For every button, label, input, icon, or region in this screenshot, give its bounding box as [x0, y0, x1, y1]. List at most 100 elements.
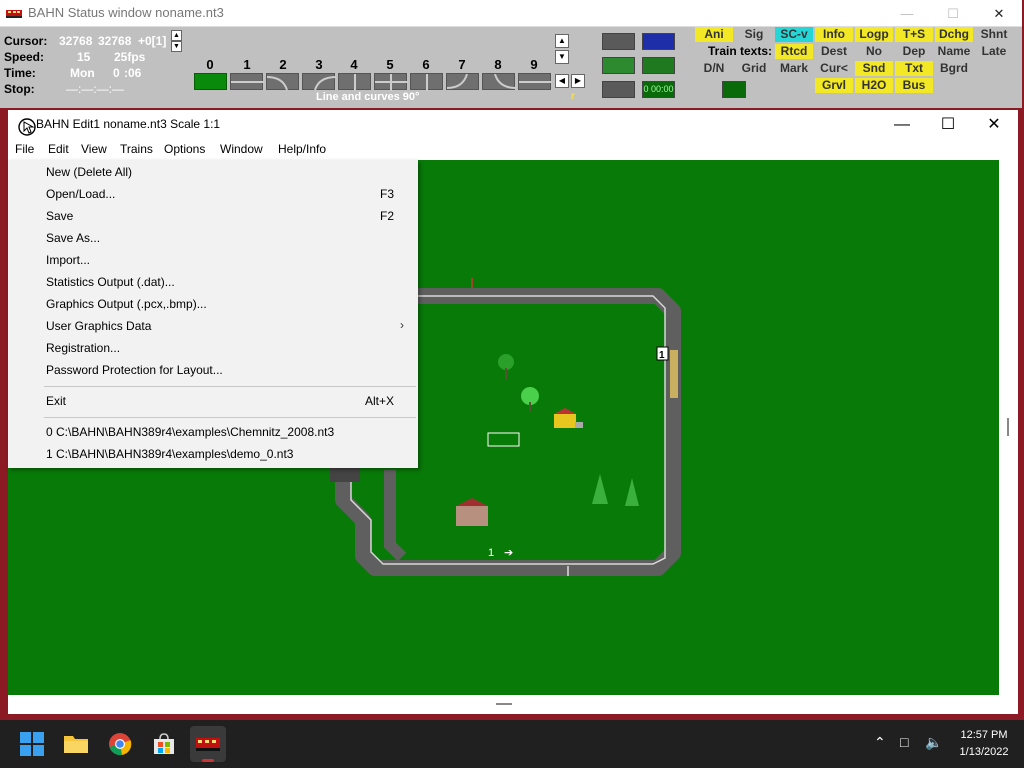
menu-separator	[44, 417, 416, 418]
h2o-button[interactable]: H2O	[855, 78, 893, 93]
ani-button[interactable]: Ani	[695, 27, 733, 42]
horizontal-scroll-thumb[interactable]	[496, 703, 512, 705]
tree-icon[interactable]	[642, 57, 675, 74]
submenu-arrow-icon: ›	[400, 318, 404, 332]
cursor-up-arrow-icon[interactable]: ▲	[171, 30, 182, 41]
clock-time[interactable]: 12:57 PM	[948, 729, 1020, 741]
track-tool-2[interactable]	[266, 73, 299, 91]
dots-panel-icon[interactable]	[602, 81, 635, 98]
track-number-7: 7	[458, 57, 466, 72]
status-titlebar[interactable]: BAHN Status window noname.nt3 — ☐ ✕	[0, 0, 1022, 27]
track-tool-1[interactable]	[230, 73, 264, 90]
track-tool-8[interactable]	[482, 73, 516, 90]
start-button[interactable]	[14, 726, 50, 762]
scroll-up-arrow-icon[interactable]: ▲	[555, 34, 569, 48]
track-tool-9[interactable]	[518, 73, 552, 90]
dep-button[interactable]: Dep	[895, 44, 933, 59]
track-tool-7[interactable]	[446, 73, 479, 90]
train-screen-icon[interactable]	[722, 81, 746, 98]
maximize-icon[interactable]: ☐	[930, 0, 976, 27]
menu-help-info[interactable]: Help/Info	[278, 142, 326, 156]
close-icon[interactable]: ✕	[971, 110, 1017, 140]
track-tool-6[interactable]	[410, 73, 443, 91]
day-night-button[interactable]: D/N	[695, 61, 733, 76]
railway-crossing-icon[interactable]	[602, 57, 635, 74]
late-button[interactable]: Late	[975, 44, 1013, 59]
menu-file[interactable]: File	[15, 142, 34, 156]
menu-item-recent-1[interactable]: 1 C:\BAHN\BAHN389r4\examples\demo_0.nt3	[8, 443, 418, 465]
fps-value: 25fps	[114, 50, 146, 64]
cur-button[interactable]: Cur<	[815, 61, 853, 76]
dchg-button[interactable]: Dchg	[935, 27, 973, 42]
blue-panel-icon[interactable]	[642, 33, 675, 50]
sig-button[interactable]: Sig	[735, 27, 773, 42]
track-panel-icon[interactable]	[602, 33, 635, 50]
chrome-icon	[109, 733, 132, 756]
shnt-button[interactable]: Shnt	[975, 27, 1013, 42]
menu-options[interactable]: Options	[164, 142, 205, 156]
rtcd-button[interactable]: Rtcd	[775, 44, 813, 59]
logp-button[interactable]: Logp	[855, 27, 893, 42]
menu-item-label: User Graphics Data	[46, 319, 152, 333]
menu-item-user-graphics-data[interactable]: User Graphics Data ›	[8, 315, 418, 337]
menu-item-password-protection[interactable]: Password Protection for Layout...	[8, 359, 418, 381]
scroll-right-arrow-icon[interactable]: ▶	[571, 74, 585, 88]
sc-v-button[interactable]: SC-v	[775, 27, 813, 42]
close-icon[interactable]: ✕	[976, 0, 1022, 27]
menu-item-graphics-output[interactable]: Graphics Output (.pcx,.bmp)...	[8, 293, 418, 315]
maximize-icon[interactable]: ☐	[925, 110, 971, 140]
vertical-scroll-thumb[interactable]	[1007, 418, 1009, 436]
volume-icon[interactable]: 🔈	[925, 734, 942, 751]
edit-menubar: File Edit View Trains Options Window Hel…	[8, 140, 1018, 160]
menu-item-statistics-output[interactable]: Statistics Output (.dat)...	[8, 271, 418, 293]
scroll-left-arrow-icon[interactable]: ◀	[555, 74, 569, 88]
menu-item-recent-0[interactable]: 0 C:\BAHN\BAHN389r4\examples\Chemnitz_20…	[8, 421, 418, 443]
menu-edit[interactable]: Edit	[48, 142, 69, 156]
horizontal-scrollbar[interactable]	[8, 695, 999, 714]
scroll-down-arrow-icon[interactable]: ▼	[555, 50, 569, 64]
folder-icon	[64, 736, 88, 753]
track-caption-right: r	[571, 91, 575, 102]
menu-item-new[interactable]: New (Delete All)	[8, 161, 418, 183]
chevron-up-icon[interactable]: ⌃	[874, 734, 886, 751]
menu-item-import[interactable]: Import...	[8, 249, 418, 271]
cursor-down-arrow-icon[interactable]: ▼	[171, 41, 182, 52]
file-explorer-button[interactable]	[58, 726, 94, 762]
bgrd-button[interactable]: Bgrd	[935, 61, 973, 76]
minimize-icon[interactable]: —	[879, 110, 925, 140]
network-icon[interactable]: □	[900, 734, 908, 750]
txt-button[interactable]: Txt	[895, 61, 933, 76]
grvl-button[interactable]: Grvl	[815, 78, 853, 93]
t-s-button[interactable]: T+S	[895, 27, 933, 42]
store-button[interactable]	[146, 726, 182, 762]
grid-button[interactable]: Grid	[735, 61, 773, 76]
stop-value: —:—:—:—	[66, 82, 125, 96]
chrome-button[interactable]	[102, 726, 138, 762]
track-tool-5[interactable]	[374, 73, 408, 91]
track-tool-4[interactable]	[338, 73, 371, 91]
track-tool-0[interactable]	[194, 73, 227, 90]
menu-item-exit[interactable]: Exit Alt+X	[8, 390, 418, 412]
menu-item-save[interactable]: Save F2	[8, 205, 418, 227]
name-button[interactable]: Name	[935, 44, 973, 59]
vertical-scrollbar[interactable]	[999, 160, 1018, 695]
speed-value: 15	[77, 50, 91, 64]
snd-button[interactable]: Snd	[855, 61, 893, 76]
mark-button[interactable]: Mark	[775, 61, 813, 76]
menu-window[interactable]: Window	[220, 142, 263, 156]
menu-item-registration[interactable]: Registration...	[8, 337, 418, 359]
info-button[interactable]: Info	[815, 27, 853, 42]
menu-view[interactable]: View	[81, 142, 107, 156]
menu-trains[interactable]: Trains	[120, 142, 153, 156]
no-button[interactable]: No	[855, 44, 893, 59]
track-tool-3[interactable]	[302, 73, 336, 91]
menu-item-save-as[interactable]: Save As...	[8, 227, 418, 249]
clock-display[interactable]: 0 00:00	[642, 81, 675, 98]
menu-item-open-load[interactable]: Open/Load... F3	[8, 183, 418, 205]
bus-button[interactable]: Bus	[895, 78, 933, 93]
dest-button[interactable]: Dest	[815, 44, 853, 59]
edit-titlebar[interactable]: BAHN Edit1 noname.nt3 Scale 1:1 — ☐ ✕	[8, 110, 1018, 140]
clock-date[interactable]: 1/13/2022	[948, 746, 1020, 758]
bahn-taskbar-button[interactable]	[190, 726, 226, 762]
minimize-icon[interactable]: —	[884, 0, 930, 27]
